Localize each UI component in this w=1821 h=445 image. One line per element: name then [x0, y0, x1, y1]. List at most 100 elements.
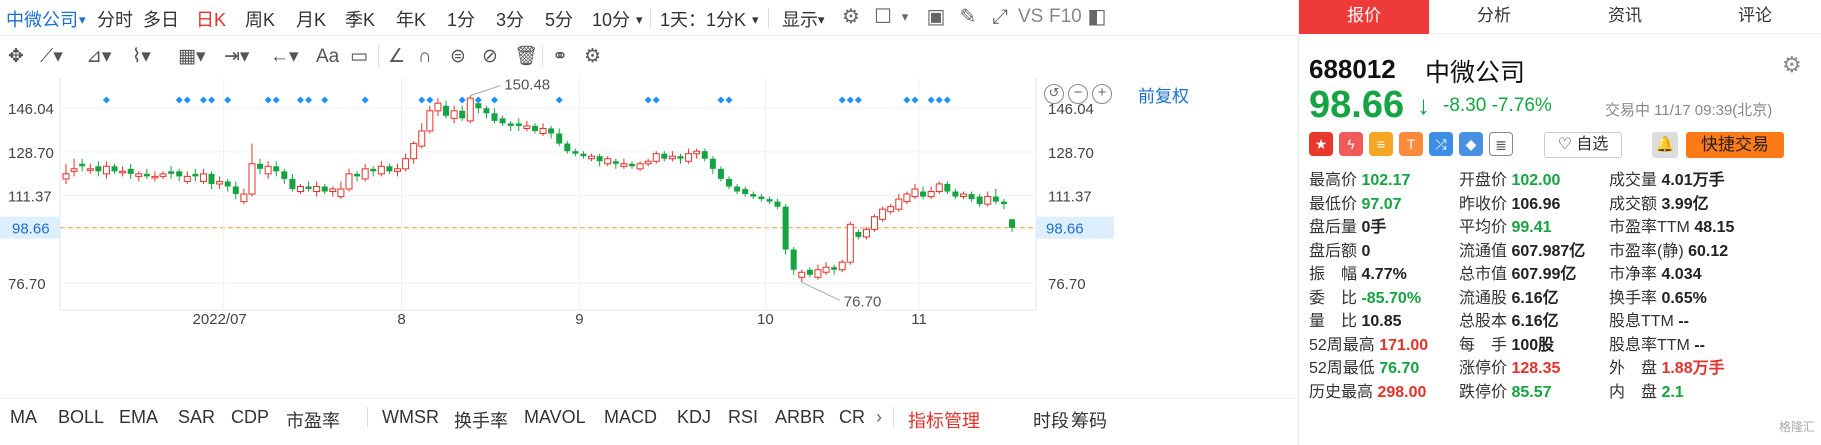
tab-analysis[interactable]: 分析 [1429, 0, 1559, 34]
wave-icon[interactable]: ⌇▾ [132, 44, 151, 70]
chevron-down-icon[interactable]: ▾ [892, 4, 918, 30]
candle-body-up [644, 160, 652, 165]
candle-body-down [499, 118, 506, 124]
candle-body-down [273, 166, 280, 172]
arrow-tool-icon[interactable]: ←▾ [270, 44, 299, 70]
trend-line-icon[interactable]: ⟋▾ [40, 44, 63, 70]
tab-weekly-k[interactable]: 周K [245, 6, 275, 32]
text-tool-icon[interactable]: Aa [316, 44, 339, 70]
quote-label: 内 盘 [1609, 383, 1662, 401]
candle-body-up [652, 153, 660, 162]
tab-sar[interactable]: SAR [178, 407, 215, 428]
tab-pe[interactable]: 市盈率 [286, 407, 340, 433]
candle-body-up [70, 168, 78, 172]
candle-body-up [911, 188, 919, 198]
channel-icon[interactable]: ⊿▾ [86, 44, 111, 70]
more-indicators-icon[interactable]: › [876, 407, 882, 428]
tab-monthly-k[interactable]: 月K [296, 6, 326, 32]
candle-body-down [257, 163, 264, 169]
tab-news[interactable]: 资讯 [1560, 0, 1690, 34]
candle-body-down [208, 173, 215, 184]
note-icon[interactable]: ▭ [350, 44, 368, 70]
crosshair-icon[interactable]: ✥ [8, 44, 24, 70]
magnet-icon[interactable]: ∩ [418, 44, 432, 70]
measure-icon[interactable]: ⇥▾ [224, 44, 249, 70]
candle-body-down [717, 168, 724, 179]
quote-label: 市净率 [1609, 266, 1662, 283]
quick-trade-button[interactable]: 快捷交易 [1686, 132, 1784, 158]
tab-turnover[interactable]: 换手率 [454, 407, 508, 433]
china-flag-icon[interactable]: ★ [1309, 132, 1333, 156]
shuffle-icon[interactable]: ⤮ [1429, 132, 1453, 156]
trash-icon[interactable]: 🗑 [514, 44, 538, 70]
quote-cell: 最高价 102.17 [1309, 166, 1410, 190]
bell-icon[interactable]: 🔔 [1652, 132, 1678, 158]
tab-cdp[interactable]: CDP [231, 407, 269, 428]
tab-3min[interactable]: 3分 [496, 6, 524, 32]
tab-1min[interactable]: 1分 [447, 6, 475, 32]
tag-icon[interactable]: ◆ [1459, 132, 1483, 156]
candle-body-down [111, 166, 118, 172]
kline-svg[interactable]: 146.04 146.04 128.70 128.70 111.37 111.37 76.7… [0, 77, 1296, 398]
f10-button[interactable]: F10 [1049, 6, 1082, 28]
kline-chart[interactable]: 146.04 146.04 128.70 128.70 111.37 111.37 76.7… [0, 77, 1296, 398]
tab-macd[interactable]: MACD [604, 407, 657, 428]
tab-intraday[interactable]: 分时 [97, 6, 133, 32]
candle-body-up [345, 173, 353, 190]
pencil-icon[interactable]: ✎ [955, 4, 981, 30]
lightning-icon[interactable]: ϟ [1339, 132, 1363, 156]
indicator-manage-button[interactable]: 指标管理 [908, 407, 980, 433]
tab-time-period[interactable]: 时段 [1033, 407, 1069, 433]
tab-yearly-k[interactable]: 年K [396, 6, 426, 32]
quote-label: 流通值 [1459, 242, 1512, 260]
ruler-icon[interactable]: ∠ [388, 44, 405, 70]
add-watchlist-button[interactable]: ♡ 自选 [1544, 132, 1622, 158]
rating-icon[interactable]: T [1399, 132, 1423, 156]
gear-icon[interactable]: ⚙ [1782, 52, 1802, 78]
tab-10min[interactable]: 10分 [592, 6, 630, 32]
heart-icon: ♡ [1557, 136, 1577, 153]
quote-value: 102.17 [1361, 172, 1411, 189]
tab-boll[interactable]: BOLL [58, 407, 104, 428]
chevron-down-icon[interactable]: ▾ [79, 12, 86, 28]
tab-mavol[interactable]: MAVOL [524, 407, 586, 428]
fullscreen-icon[interactable]: ⤢ [987, 4, 1013, 30]
panel-toggle-icon[interactable]: ◧ [1084, 4, 1110, 30]
tab-wmsr[interactable]: WMSR [382, 407, 439, 428]
tab-ema[interactable]: EMA [119, 407, 158, 428]
tab-quote[interactable]: 报价 [1299, 0, 1429, 34]
compare-icon[interactable]: ⚭ [552, 44, 568, 70]
report-icon[interactable]: ≣ [1489, 132, 1513, 156]
settings-icon[interactable]: ⚙ [584, 44, 601, 70]
quote-cell: 涨停价 128.35 [1459, 354, 1560, 378]
tab-ma[interactable]: MA [10, 407, 37, 428]
tab-comments[interactable]: 评论 [1690, 0, 1820, 34]
tab-daily-k[interactable]: 日K [196, 6, 226, 32]
camera-icon[interactable]: ▣ [923, 4, 949, 30]
gear-icon[interactable]: ⚙ [838, 4, 864, 30]
tab-kdj[interactable]: KDJ [677, 407, 711, 428]
candle-body-up [620, 163, 628, 167]
tab-chip[interactable]: 筹码 [1071, 407, 1107, 433]
interval-select[interactable]: 1天：1分K [660, 6, 746, 32]
fibonacci-icon[interactable]: ▦▾ [178, 44, 206, 70]
tab-5min[interactable]: 5分 [545, 6, 573, 32]
event-marker [725, 96, 733, 104]
hide-icon[interactable]: ⊘ [482, 44, 498, 70]
candle-body-down [726, 178, 733, 187]
tab-arbr[interactable]: ARBR [775, 407, 825, 428]
display-menu[interactable]: 显示 [782, 6, 818, 32]
candle-body-down [515, 123, 522, 126]
tab-rsi[interactable]: RSI [728, 407, 758, 428]
chevron-down-icon[interactable]: ▾ [636, 12, 643, 28]
lock-icon[interactable]: ⊜ [450, 44, 466, 70]
quote-cell: 昨收价 106.96 [1459, 190, 1560, 214]
symbol-selector[interactable]: 中微公司 [6, 6, 78, 32]
tab-cr[interactable]: CR [839, 407, 865, 428]
tab-multiday[interactable]: 多日 [143, 6, 179, 32]
tab-quarterly-k[interactable]: 季K [345, 6, 375, 32]
vs-compare-button[interactable]: VS [1018, 6, 1043, 28]
coins-icon[interactable]: ≡ [1369, 132, 1393, 156]
quote-cell: 52周最高 171.00 [1309, 331, 1428, 355]
candle-body-down [556, 133, 563, 144]
